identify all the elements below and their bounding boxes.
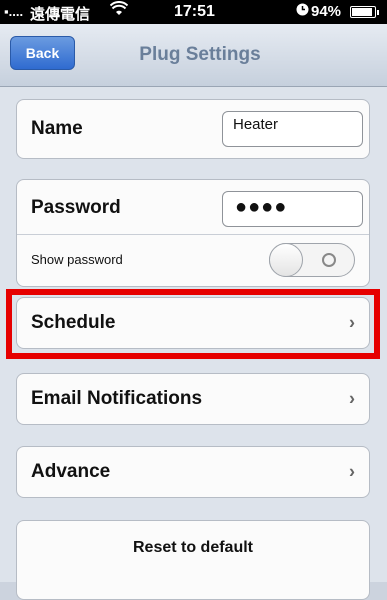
- status-bar: ▪.... 遠傳電信 17:51 94%: [0, 0, 387, 24]
- carrier-name: 遠傳電信: [30, 6, 91, 23]
- advance-row[interactable]: Advance ›: [16, 446, 370, 498]
- password-group: Password ●●●● Show password: [16, 179, 370, 287]
- clock-icon: [296, 3, 309, 19]
- schedule-highlight-box: [6, 289, 380, 359]
- reset-to-default-button[interactable]: Reset to default: [16, 520, 370, 600]
- chevron-right-icon: ›: [349, 388, 355, 409]
- name-group: Name Heater: [16, 99, 370, 159]
- password-label: Password: [31, 197, 121, 218]
- show-password-toggle[interactable]: [269, 243, 355, 277]
- toggle-knob: [269, 243, 303, 277]
- name-field[interactable]: Heater: [222, 111, 363, 147]
- navigation-bar: Back Plug Settings: [0, 24, 387, 87]
- email-notifications-label: Email Notifications: [31, 388, 203, 409]
- name-label: Name: [31, 118, 83, 139]
- advance-label: Advance: [31, 461, 111, 482]
- battery-icon: [350, 6, 379, 18]
- wifi-icon: [109, 1, 129, 21]
- divider: [17, 234, 369, 235]
- show-password-label: Show password: [31, 252, 123, 267]
- back-button[interactable]: Back: [10, 36, 75, 70]
- reset-label: Reset to default: [132, 539, 253, 556]
- toggle-off-indicator-icon: [322, 253, 336, 267]
- password-field[interactable]: ●●●●: [222, 191, 363, 227]
- chevron-right-icon: ›: [349, 461, 355, 482]
- email-notifications-row[interactable]: Email Notifications ›: [16, 373, 370, 425]
- status-time: 17:51: [174, 3, 215, 20]
- signal-strength-icon: ▪....: [4, 4, 24, 19]
- battery-percent: 94%: [311, 3, 342, 20]
- page-title: Plug Settings: [139, 44, 261, 65]
